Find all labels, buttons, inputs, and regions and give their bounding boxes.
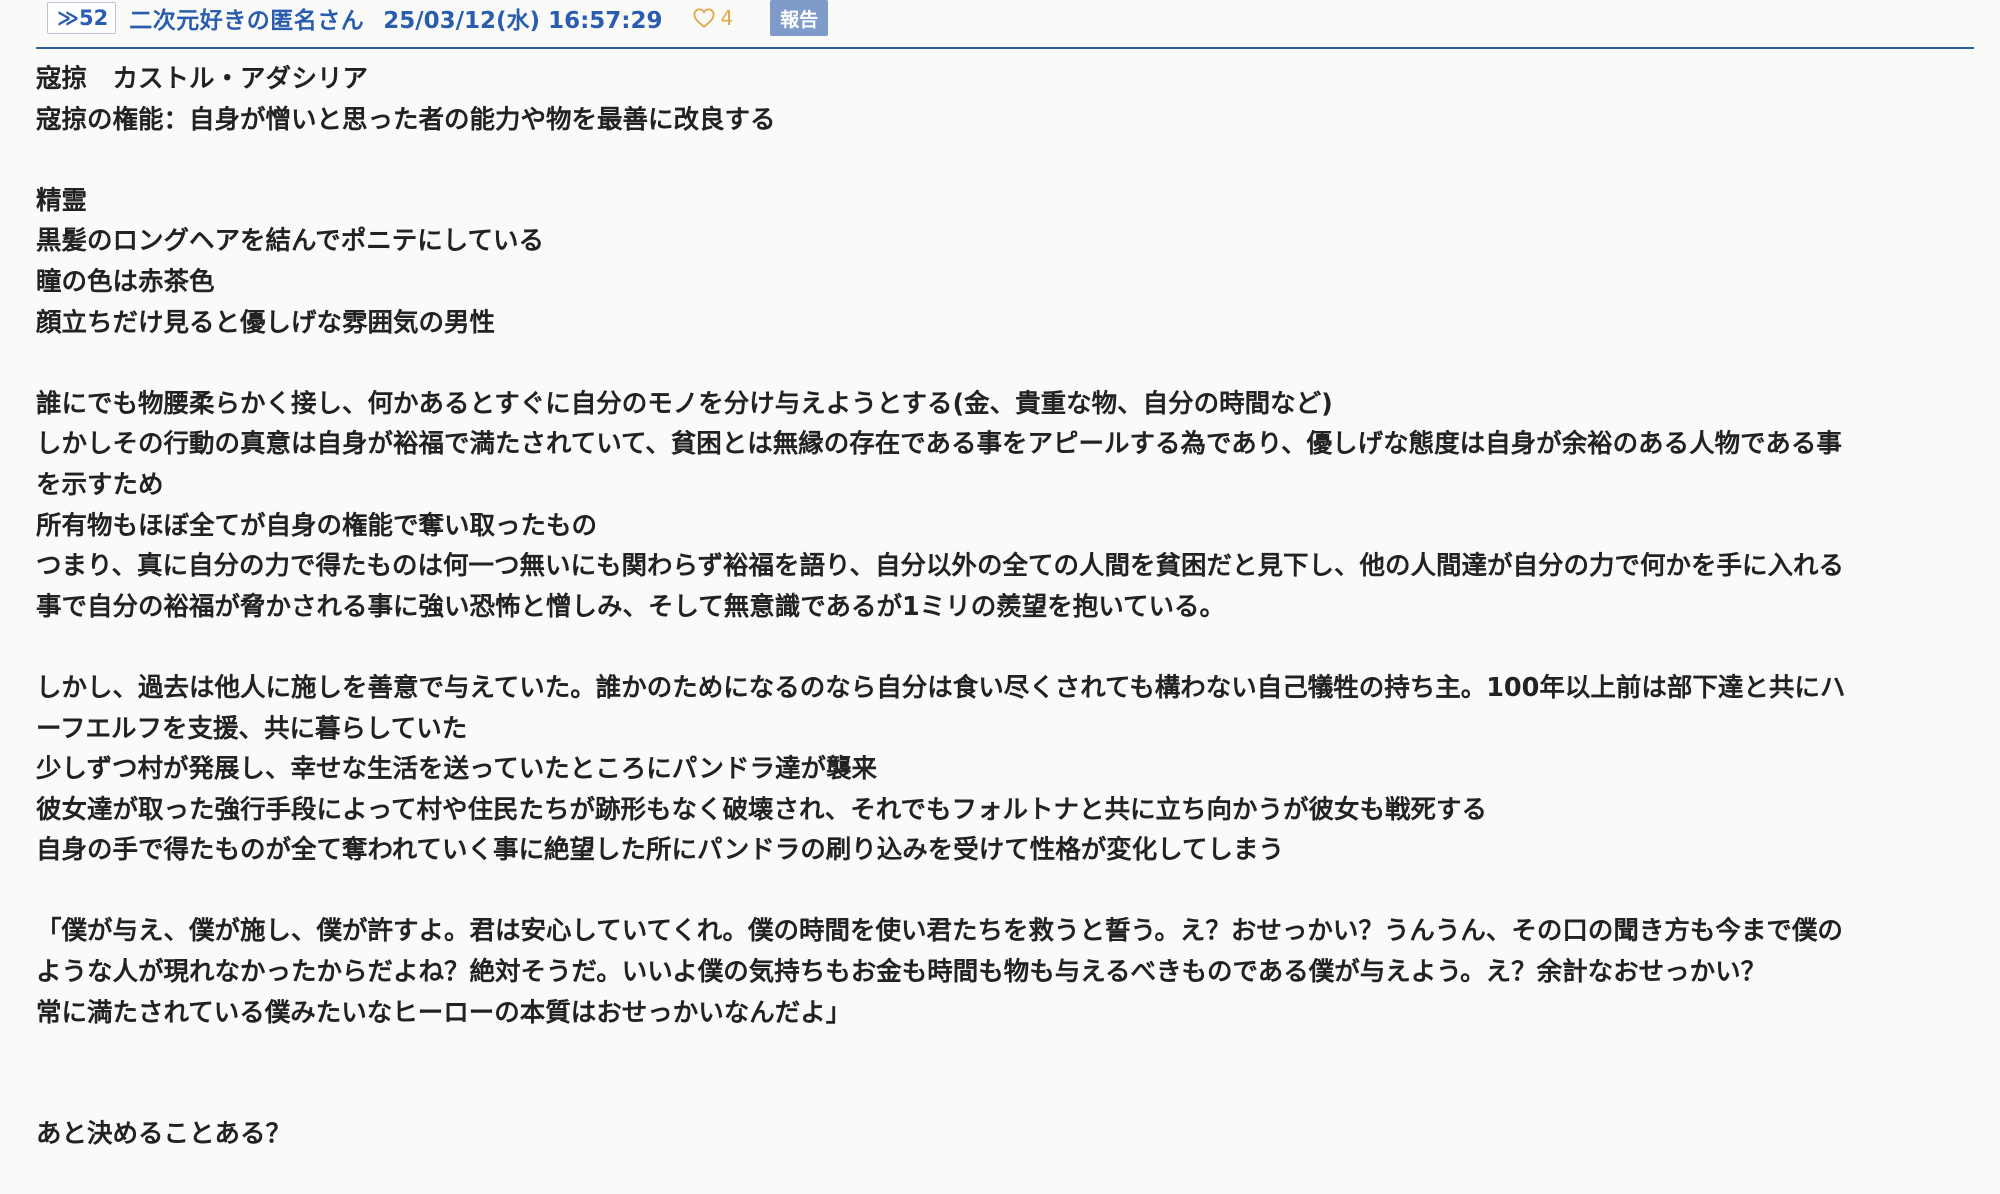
post: ≫52 二次元好きの匿名さん 25/03/12(水) 16:57:29 4 報告… bbox=[0, 0, 2000, 1194]
poster-name: 二次元好きの匿名さん bbox=[129, 8, 365, 34]
post-body-line: 誰にでも物腰柔らかく接し、何かあるとすぐに自分のモノを分け与えようとする(金、貴… bbox=[36, 388, 1333, 419]
post-body-line: ような人が現れなかったからだよね？絶対そうだ。いいよ僕の気持ちもお金も時間も物も… bbox=[36, 957, 1767, 988]
post-body-line: しかし、過去は他人に施しを善意で与えていた。誰かのためになるのなら自分は食い尽く… bbox=[36, 672, 1846, 703]
post-body-line: 顔立ちだけ見ると優しげな雰囲気の男性 bbox=[36, 307, 496, 338]
post-timestamp: 25/03/12(水) 16:57:29 bbox=[383, 8, 663, 34]
header-divider bbox=[36, 47, 1974, 49]
post-body-line: 黒髪のロングヘアを結んでポニテにしている bbox=[36, 226, 544, 257]
post-body-line bbox=[36, 343, 1974, 384]
post-body-line: 少しずつ村が発展し、幸せな生活を送っていたところにパンドラ達が襲来 bbox=[36, 754, 877, 785]
post-header: ≫52 二次元好きの匿名さん 25/03/12(水) 16:57:29 4 報告 bbox=[47, 0, 829, 36]
like-count: 4 bbox=[720, 6, 734, 30]
report-button[interactable]: 報告 bbox=[770, 0, 829, 36]
post-body-line: ーフエルフを支援、共に暮らしていた bbox=[36, 713, 468, 744]
post-body-line bbox=[36, 871, 1974, 912]
heart-icon bbox=[693, 8, 721, 28]
post-body-line: 精霊 bbox=[36, 185, 88, 216]
post-body-line bbox=[36, 1074, 1974, 1115]
post-body-line: つまり、真に自分の力で得たものは何一つ無いにも関わらず裕福を語り、自分以外の全て… bbox=[36, 551, 1844, 582]
like-button[interactable]: 4 bbox=[693, 6, 734, 30]
post-body-line bbox=[36, 627, 1974, 668]
post-body-line: 自身の手で得たものが全て奪われていく事に絶望した所にパンドラの刷り込みを受けて性… bbox=[36, 835, 1284, 866]
post-body-line bbox=[36, 1033, 1974, 1074]
post-body-line: 常に満たされている僕みたいなヒーローの本質はおせっかいなんだよ」 bbox=[36, 997, 852, 1028]
post-body-line: を示すため bbox=[36, 469, 164, 500]
reply-number-button[interactable]: ≫52 bbox=[47, 2, 117, 34]
post-body-line bbox=[36, 140, 1974, 181]
post-body-line: 瞳の色は赤茶色 bbox=[36, 266, 215, 297]
post-body-line: 彼女達が取った強行手段によって村や住民たちが跡形もなく破壊され、それでもフォルト… bbox=[36, 794, 1487, 825]
post-body-line: 寇掠 カストル・アダシリア bbox=[36, 64, 369, 94]
post-body-line: しかしその行動の真意は自身が裕福で満たされていて、貧困とは無縁の存在である事をア… bbox=[36, 429, 1842, 460]
post-body-line: 事で自分の裕福が脅かされる事に強い恐怖と憎しみ、そして無意識であるが1ミリの羨望… bbox=[36, 591, 1225, 622]
post-body-line: 「僕が与え、僕が施し、僕が許すよ。君は安心していてくれ。僕の時間を使い君たちを救… bbox=[36, 916, 1843, 947]
post-body-line: 所有物もほぼ全てが自身の権能で奪い取ったもの bbox=[36, 510, 598, 541]
post-body: 寇掠 カストル・アダシリア寇掠の権能：自身が憎いと思った者の能力や物を最善に改良… bbox=[36, 59, 1974, 1155]
post-body-line: 寇掠の権能：自身が憎いと思った者の能力や物を最善に改良する bbox=[36, 104, 776, 135]
post-body-line: あと決めることある？ bbox=[36, 1119, 292, 1150]
